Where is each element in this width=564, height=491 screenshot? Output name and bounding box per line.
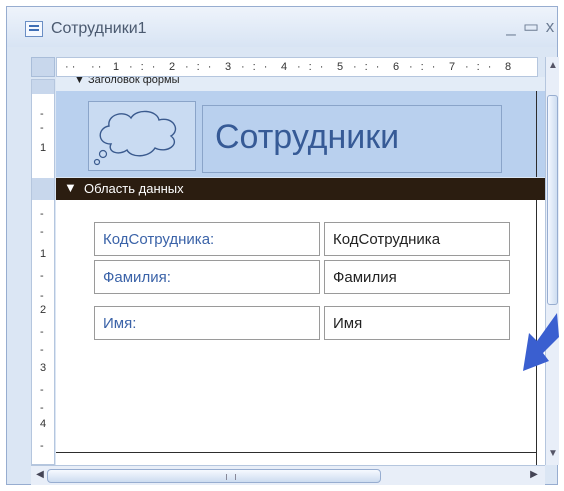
logo-image-control[interactable] bbox=[88, 101, 196, 171]
ruler-mark: 2 bbox=[169, 61, 176, 73]
ruler-mark: 1 bbox=[113, 61, 120, 73]
ruler-ticks: ·:· bbox=[297, 61, 332, 73]
scroll-right-icon[interactable]: ▶ bbox=[527, 469, 541, 480]
ruler-tick: - bbox=[40, 326, 44, 338]
ruler-mark: 7 bbox=[449, 61, 456, 73]
ruler-ticks: ·:· bbox=[185, 61, 220, 73]
close-button[interactable]: x bbox=[541, 17, 559, 37]
ruler-tick: - bbox=[40, 208, 44, 220]
window-title: Сотрудники1 bbox=[51, 20, 147, 37]
last-name-field[interactable]: Фамилия bbox=[324, 260, 510, 294]
ruler-ticks: ·:· bbox=[241, 61, 276, 73]
header-selector[interactable] bbox=[32, 80, 54, 94]
form-bottom-edge bbox=[56, 452, 537, 453]
ruler-ticks: ·:· bbox=[409, 61, 444, 73]
vertical-scroll-thumb[interactable] bbox=[547, 95, 558, 305]
last-name-label[interactable]: Фамилия: bbox=[94, 260, 320, 294]
ruler-mark: 2 bbox=[40, 304, 47, 316]
ruler-tick: - bbox=[40, 108, 44, 120]
horizontal-ruler[interactable]: · · 1 · · 2 3 4 5 6 7 8 ·:· ·:· ·:· ·:· … bbox=[56, 57, 538, 77]
ruler-ticks: ·:· bbox=[353, 61, 388, 73]
ruler-mark: 1 bbox=[40, 142, 47, 154]
ruler-tick: - bbox=[40, 440, 44, 452]
first-name-label[interactable]: Имя: bbox=[94, 306, 320, 340]
ruler-mark: 4 bbox=[281, 61, 288, 73]
maximize-button[interactable]: ▭ bbox=[522, 17, 540, 37]
ruler-dots: · · bbox=[91, 61, 102, 73]
form-title: Сотрудники bbox=[215, 118, 400, 156]
vertical-scrollbar[interactable]: ▲ ▼ bbox=[545, 57, 559, 465]
scroll-up-icon[interactable]: ▲ bbox=[547, 59, 559, 73]
ruler-tick: - bbox=[40, 270, 44, 282]
ruler-mark: 8 bbox=[505, 61, 512, 73]
ruler-mark: 4 bbox=[40, 418, 47, 430]
detail-selector[interactable] bbox=[32, 178, 54, 200]
ruler-corner[interactable] bbox=[31, 57, 55, 77]
ruler-mark: 6 bbox=[393, 61, 400, 73]
ruler-ticks: ·:· bbox=[465, 61, 500, 73]
form-window: Сотрудники1 _ ▭ x · · 1 · · 2 3 4 5 6 7 … bbox=[6, 6, 559, 485]
employee-id-field[interactable]: КодСотрудника bbox=[324, 222, 510, 256]
title-label-control[interactable]: Сотрудники bbox=[202, 105, 502, 173]
form-icon bbox=[25, 21, 43, 37]
ruler-mark: 3 bbox=[40, 362, 47, 374]
vertical-ruler[interactable]: - - 1 - - 1 - - 2 - - 3 - - 4 - bbox=[31, 79, 55, 465]
ruler-tick: - bbox=[40, 344, 44, 356]
ruler-ticks: ·:· bbox=[129, 61, 164, 73]
pointer-arrow-icon bbox=[523, 313, 559, 371]
ruler-tick: - bbox=[40, 384, 44, 396]
ruler-mark: 5 bbox=[337, 61, 344, 73]
section-arrow-icon: ▼ bbox=[64, 180, 77, 195]
ruler-tick: - bbox=[40, 122, 44, 134]
cloud-logo-icon bbox=[93, 110, 177, 166]
scroll-grip-icon bbox=[226, 474, 236, 480]
detail-section-label: Область данных bbox=[84, 181, 184, 196]
scroll-down-icon[interactable]: ▼ bbox=[547, 447, 559, 461]
ruler-tick: - bbox=[40, 402, 44, 414]
detail-area[interactable]: КодСотрудника: КодСотрудника Фамилия: Фа… bbox=[56, 200, 545, 465]
form-header-area[interactable]: Сотрудники bbox=[56, 91, 545, 177]
detail-section-bar[interactable]: ▼ Область данных bbox=[56, 178, 545, 200]
ruler-mark: 1 bbox=[40, 248, 47, 260]
horizontal-scroll-thumb[interactable] bbox=[47, 469, 381, 483]
minimize-button[interactable]: _ bbox=[502, 17, 520, 37]
horizontal-scrollbar[interactable]: ◀ ▶ bbox=[31, 465, 545, 485]
ruler-tick: - bbox=[40, 226, 44, 238]
first-name-field[interactable]: Имя bbox=[324, 306, 510, 340]
employee-id-label[interactable]: КодСотрудника: bbox=[94, 222, 320, 256]
form-header-section-bar[interactable]: ▼ Заголовок формы bbox=[56, 77, 545, 91]
title-bar: Сотрудники1 _ ▭ x bbox=[7, 7, 557, 47]
ruler-dots: · · bbox=[65, 61, 76, 73]
form-right-edge bbox=[536, 91, 537, 177]
ruler-tick: - bbox=[40, 290, 44, 302]
ruler-mark: 3 bbox=[225, 61, 232, 73]
scroll-left-icon[interactable]: ◀ bbox=[33, 469, 47, 480]
form-header-section-label: ▼ Заголовок формы bbox=[74, 77, 180, 86]
